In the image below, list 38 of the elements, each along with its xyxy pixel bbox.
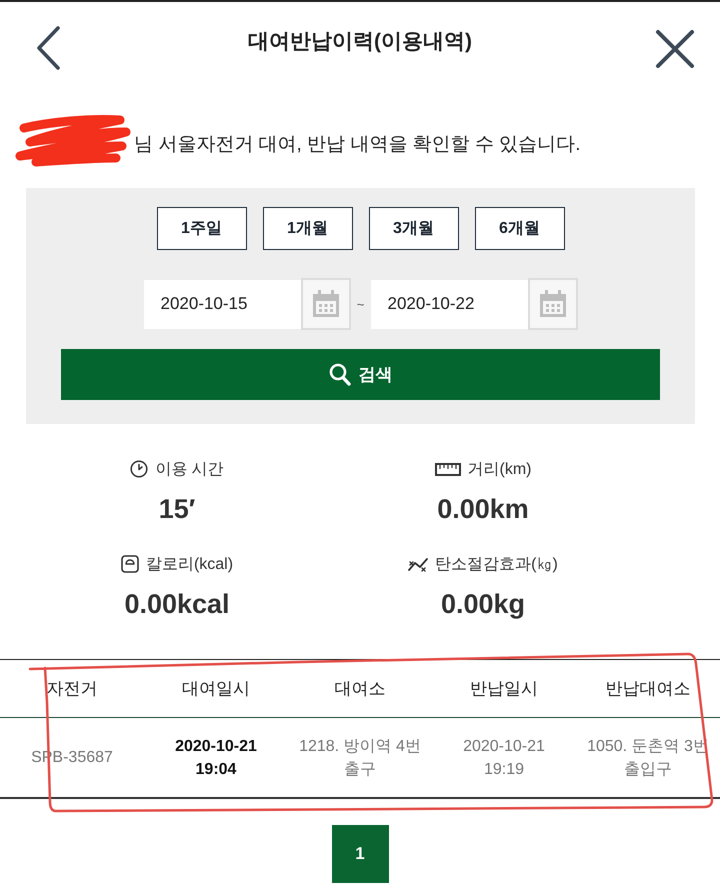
- close-button[interactable]: [655, 29, 695, 69]
- table-cell-text: 2020-10-21 19:19: [462, 736, 546, 780]
- page-button[interactable]: 1: [332, 825, 388, 883]
- stat-value: 0.00km: [437, 493, 529, 526]
- column-header: 대여소: [334, 678, 386, 700]
- back-button[interactable]: [35, 25, 61, 71]
- stat-value: 0.00kg: [440, 588, 526, 621]
- period-button[interactable]: 1주일: [156, 207, 246, 250]
- chevron-left-icon: [35, 25, 61, 71]
- search-button[interactable]: 검색: [61, 349, 660, 400]
- intro-text: 님 서울자전거 대여, 반납 내역을 확인할 수 있습니다.: [134, 133, 581, 157]
- close-icon: [655, 29, 695, 69]
- column-header: 자전거: [46, 678, 98, 700]
- table-cell-text: 1218. 방이역 4번 출구: [298, 736, 422, 780]
- period-button[interactable]: 6개월: [474, 207, 564, 250]
- period-button[interactable]: 3개월: [368, 207, 458, 250]
- column-header: 대여일시: [181, 678, 251, 700]
- stat-label: 거리(km): [468, 460, 532, 480]
- search-icon: [328, 363, 350, 386]
- page-title: 대여반납이력(이용내역): [248, 29, 472, 55]
- clock-icon: [130, 460, 148, 478]
- column-header: 반납대여소: [604, 678, 692, 700]
- start-date-field[interactable]: 2020-10-15: [144, 280, 300, 328]
- end-date-field[interactable]: 2020-10-22: [370, 280, 528, 328]
- date-separator: ~: [356, 296, 366, 312]
- stat-value: 0.00kcal: [124, 588, 230, 621]
- table-cell-text: 2020-10-21 19:04: [174, 736, 258, 780]
- stat-label: 탄소절감효과(㎏): [435, 554, 558, 574]
- stat-value: 15′: [158, 493, 196, 526]
- trend-line-icon: [408, 556, 428, 572]
- scale-icon: [120, 555, 139, 573]
- calendar-icon: [538, 290, 566, 318]
- stat-label: 칼로리(kcal): [146, 554, 234, 574]
- stat-label: 이용 시간: [155, 460, 224, 480]
- ruler-icon: [434, 462, 460, 476]
- calendar-icon: [312, 290, 340, 318]
- column-header: 반납일시: [469, 678, 539, 700]
- period-button[interactable]: 1개월: [262, 207, 352, 250]
